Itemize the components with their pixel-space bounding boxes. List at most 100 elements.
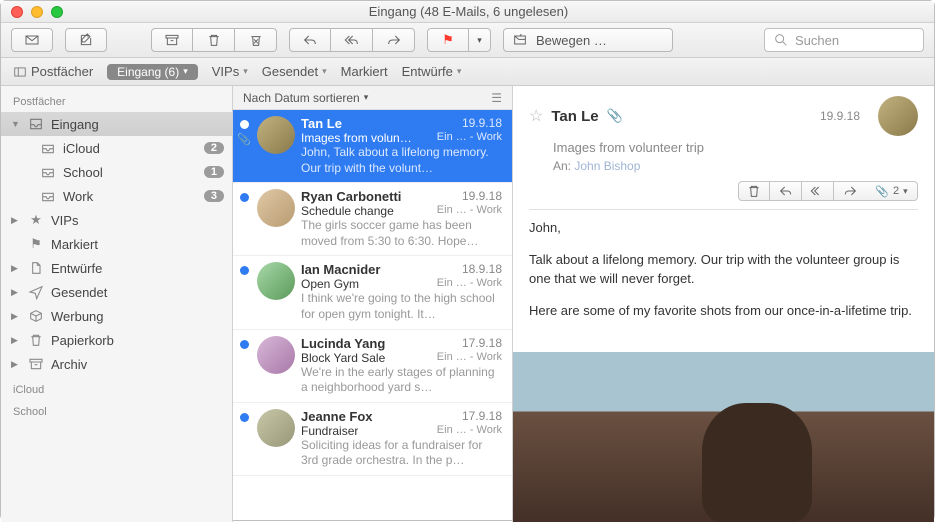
sidebar-item-eingang[interactable]: ▼Eingang xyxy=(1,112,232,136)
compose-icon xyxy=(78,32,94,48)
message-date: 19.9.18 xyxy=(462,116,502,131)
minimize-window-button[interactable] xyxy=(31,6,43,18)
reader-from: Tan Le xyxy=(551,108,598,125)
sidebar-item-gesendet[interactable]: ▶Gesendet xyxy=(1,280,232,304)
disclosure-triangle-icon: ▶ xyxy=(11,263,21,274)
mailboxes-toggle[interactable]: Postfächer xyxy=(13,64,93,79)
forward-icon xyxy=(842,183,858,199)
reader-reply-button[interactable] xyxy=(770,181,802,201)
message-date: 17.9.18 xyxy=(462,336,502,351)
avatar xyxy=(257,409,295,447)
flag-button[interactable]: ⚑ xyxy=(427,28,469,52)
vip-star-icon[interactable]: ☆ xyxy=(529,106,543,126)
junk-button[interactable] xyxy=(235,28,277,52)
unread-dot-icon xyxy=(240,120,249,129)
fav-drafts[interactable]: Entwürfe▾ xyxy=(402,64,462,79)
message-row[interactable]: Ryan Carbonetti19.9.18Schedule changeEin… xyxy=(233,183,512,256)
message-from: Ian Macnider xyxy=(301,262,380,277)
flag-menu-button[interactable]: ▾ xyxy=(469,28,491,52)
reply-icon xyxy=(302,32,318,48)
forward-button[interactable] xyxy=(373,28,415,52)
reader-pane: ☆ Tan Le 📎 19.9.18 Images from volunteer… xyxy=(513,86,934,522)
chevron-down-icon: ▾ xyxy=(364,92,369,103)
reader-paragraph: John, xyxy=(529,218,918,238)
message-from: Ryan Carbonetti xyxy=(301,189,401,204)
reply-icon xyxy=(778,183,794,199)
message-preview: We're in the early stages of planning a … xyxy=(301,365,502,396)
archive-icon xyxy=(164,32,180,48)
reader-forward-button[interactable] xyxy=(834,181,866,201)
message-subject: Open Gym xyxy=(301,277,359,291)
trash-icon xyxy=(746,183,762,199)
unread-badge: 2 xyxy=(204,142,224,154)
sidebar-item-werbung[interactable]: ▶Werbung xyxy=(1,304,232,328)
toolbar: ⚑ ▾ Bewegen … Suchen xyxy=(1,23,934,58)
move-button[interactable]: Bewegen … xyxy=(503,28,673,52)
reader-attachments-button[interactable]: 📎2▾ xyxy=(866,181,918,201)
message-mailbox: Ein … - Work xyxy=(437,424,502,438)
reply-all-button[interactable] xyxy=(331,28,373,52)
close-window-button[interactable] xyxy=(11,6,23,18)
reader-image-attachment xyxy=(513,352,934,522)
sidebar-item-archiv[interactable]: ▶Archiv xyxy=(1,352,232,376)
sidebar-item-label: VIPs xyxy=(51,213,224,228)
reader-to: An: John Bishop xyxy=(553,159,918,173)
sidebar-section-icloud[interactable]: iCloud xyxy=(1,376,232,398)
sidebar-item-label: Papierkorb xyxy=(51,333,224,348)
get-mail-button[interactable] xyxy=(11,28,53,52)
sidebar-item-vips[interactable]: ▶★VIPs xyxy=(1,208,232,232)
unread-dot-icon xyxy=(240,340,249,349)
trash-icon xyxy=(27,332,45,348)
reply-button[interactable] xyxy=(289,28,331,52)
message-row[interactable]: Lucinda Yang17.9.18Block Yard SaleEin … … xyxy=(233,330,512,403)
unread-dot-icon xyxy=(240,193,249,202)
tray-icon xyxy=(39,140,57,156)
sidebar-item-work[interactable]: Work 3 xyxy=(1,184,232,208)
sort-label: Nach Datum sortieren xyxy=(243,91,360,105)
tray-icon xyxy=(39,164,57,180)
sidebar-item-papierkorb[interactable]: ▶Papierkorb xyxy=(1,328,232,352)
chevron-down-icon: ▾ xyxy=(183,66,188,77)
search-input[interactable]: Suchen xyxy=(764,28,924,52)
sidebar-section-school[interactable]: School xyxy=(1,398,232,420)
reader-date: 19.9.18 xyxy=(820,109,860,123)
fav-sent[interactable]: Gesendet▾ xyxy=(262,64,327,79)
message-preview: John, Talk about a lifelong memory. Our … xyxy=(301,145,502,176)
message-date: 19.9.18 xyxy=(462,189,502,204)
fav-flagged[interactable]: Markiert xyxy=(341,64,388,79)
reader-reply-all-button[interactable] xyxy=(802,181,834,201)
message-subject: Images from volun… xyxy=(301,131,412,145)
chevron-down-icon: ▾ xyxy=(477,35,482,46)
message-row[interactable]: Jeanne Fox17.9.18FundraiserEin … - WorkS… xyxy=(233,403,512,476)
sidebar-item-label: Gesendet xyxy=(51,285,224,300)
fav-vips[interactable]: VIPs▾ xyxy=(212,64,248,79)
reply-all-icon xyxy=(810,183,826,199)
message-list: Nach Datum sortieren ▾ ☰ 📎Tan Le19.9.18I… xyxy=(233,86,513,522)
message-mailbox: Ein … - Work xyxy=(437,277,502,291)
delete-button[interactable] xyxy=(193,28,235,52)
window-title: Eingang (48 E-Mails, 6 ungelesen) xyxy=(63,4,874,19)
archive-button[interactable] xyxy=(151,28,193,52)
star-icon: ★ xyxy=(27,212,45,228)
message-mailbox: Ein … - Work xyxy=(437,204,502,218)
reader-delete-button[interactable] xyxy=(738,181,770,201)
unread-badge: 3 xyxy=(204,190,224,202)
sidebar-item-school[interactable]: School1 xyxy=(1,160,232,184)
message-from: Jeanne Fox xyxy=(301,409,373,424)
message-row[interactable]: Ian Macnider18.9.18Open GymEin … - WorkI… xyxy=(233,256,512,329)
avatar xyxy=(257,116,295,154)
chevron-down-icon: ▾ xyxy=(903,186,908,197)
reader-actions: 📎2▾ xyxy=(529,181,918,210)
message-row[interactable]: 📎Tan Le19.9.18Images from volun…Ein … - … xyxy=(233,110,512,183)
fav-inbox[interactable]: Eingang (6)▾ xyxy=(107,64,198,80)
sidebar-item-label: Work xyxy=(63,189,198,204)
sidebar-item-markiert[interactable]: ⚑Markiert xyxy=(1,232,232,256)
compose-button[interactable] xyxy=(65,28,107,52)
sidebar-item-entwürfe[interactable]: ▶ Entwürfe xyxy=(1,256,232,280)
filter-icon[interactable]: ☰ xyxy=(491,91,502,105)
sort-header[interactable]: Nach Datum sortieren ▾ ☰ xyxy=(233,86,512,110)
sidebar-item-icloud[interactable]: iCloud2 xyxy=(1,136,232,160)
sidebar-item-label: Entwürfe xyxy=(51,261,224,276)
inbox-icon xyxy=(27,116,45,132)
zoom-window-button[interactable] xyxy=(51,6,63,18)
